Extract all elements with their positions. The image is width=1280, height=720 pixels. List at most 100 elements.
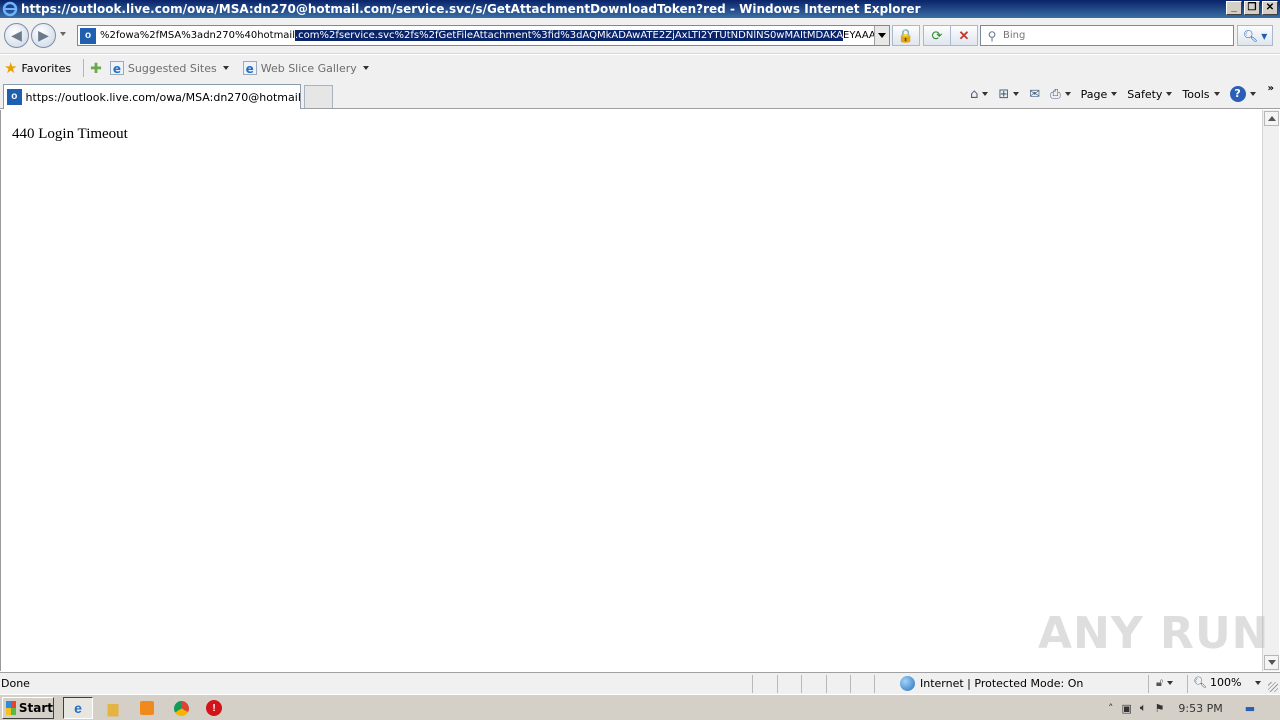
show-hidden-icons-icon[interactable]: ˄: [1108, 702, 1114, 715]
action-center-flag-icon[interactable]: ⚑: [1155, 702, 1165, 715]
status-text: Done: [1, 677, 30, 690]
start-label: Start: [18, 701, 53, 715]
taskbar: Start e ▆ ! ˄ ▣ 🔈︎ ⚑ 9:53 PM ▬: [0, 694, 1280, 720]
minimize-button[interactable]: _: [1226, 1, 1242, 15]
chrome-icon: [173, 700, 189, 716]
chevron-down-icon: [1167, 681, 1174, 685]
zoom-level: 100%: [1209, 676, 1242, 689]
chevron-down-icon: [1255, 680, 1262, 685]
resize-grip[interactable]: [1268, 682, 1278, 692]
status-pane: [801, 675, 802, 693]
favorites-label: Favorites: [21, 61, 72, 75]
scroll-up-button[interactable]: [1264, 111, 1279, 126]
refresh-button[interactable]: ⟳: [923, 25, 951, 46]
ie-page-icon: e: [109, 61, 124, 76]
vertical-scrollbar[interactable]: [1262, 110, 1279, 671]
status-pane: [1187, 675, 1188, 693]
address-dropdown-button[interactable]: [874, 26, 889, 45]
chevron-down-icon: [1166, 92, 1173, 96]
chevron-down-icon: [362, 66, 369, 70]
search-input[interactable]: [1003, 30, 1223, 41]
zoom-control[interactable]: 🔍︎ 100%: [1193, 676, 1262, 689]
page-content: 440 Login Timeout: [0, 110, 1262, 671]
ie-logo-icon: [2, 1, 18, 17]
error-message: 440 Login Timeout: [12, 126, 128, 142]
tab-bar: o https://outlook.live.com/owa/MSA:dn270…: [0, 81, 1280, 109]
page-menu[interactable]: Page: [1081, 88, 1118, 101]
tools-menu-label: Tools: [1182, 87, 1210, 101]
search-box[interactable]: ⚲: [980, 25, 1234, 46]
security-zone[interactable]: Internet | Protected Mode: On: [900, 676, 1083, 691]
tab-label: https://outlook.live.com/owa/MSA:dn270@h…: [25, 90, 300, 104]
recent-pages-dropdown[interactable]: [60, 32, 66, 36]
window-title-bar[interactable]: https://outlook.live.com/owa/MSA:dn270@h…: [0, 0, 1280, 18]
pop-up-blocker-button[interactable]: 🔓︎: [1156, 676, 1174, 690]
favorites-link-label: Web Slice Gallery: [260, 61, 357, 75]
outlook-favicon-icon: o: [80, 27, 96, 44]
page-menu-label: Page: [1080, 87, 1108, 101]
chevron-down-icon: [1249, 92, 1256, 96]
arrow-down-icon: [1267, 660, 1276, 665]
stop-button[interactable]: ✕: [950, 25, 978, 46]
chevron-down-icon: [222, 66, 229, 70]
stop-x-icon: ✕: [958, 27, 970, 43]
window-title: https://outlook.live.com/owa/MSA:dn270@h…: [21, 2, 921, 16]
add-to-favorites-icon[interactable]: ✚: [90, 60, 102, 77]
search-provider-icon: ⚲: [987, 28, 997, 43]
security-zone-label: Internet | Protected Mode: On: [920, 677, 1084, 690]
favorites-link-web-slice-gallery[interactable]: e Web Slice Gallery: [242, 61, 369, 76]
taskbar-file-explorer[interactable]: ▆: [98, 697, 128, 719]
tools-menu[interactable]: Tools: [1182, 87, 1220, 101]
back-arrow-icon: ◀: [11, 27, 22, 43]
address-bar[interactable]: o %2fowa%2fMSA%3adn270%40hotmail.com%2fs…: [77, 25, 890, 46]
chevron-down-icon: [1213, 92, 1220, 96]
double-chevron-icon: »: [1267, 82, 1274, 94]
forward-arrow-icon: ▶: [38, 27, 49, 43]
lock-icon: 🔒: [897, 27, 915, 43]
back-button[interactable]: ◀: [4, 23, 29, 48]
favorites-link-label: Suggested Sites: [127, 61, 217, 75]
printer-icon: ⎙: [1050, 86, 1061, 102]
status-pane: [752, 675, 753, 693]
read-mail-button[interactable]: ✉: [1029, 87, 1040, 102]
chevron-down-icon: [1111, 92, 1118, 96]
volume-icon[interactable]: 🔈︎: [1140, 701, 1147, 715]
taskbar-internet-explorer[interactable]: e: [63, 697, 93, 719]
network-icon[interactable]: ▣: [1122, 702, 1132, 715]
home-icon: ⌂: [970, 86, 979, 102]
chevron-down-icon: [1013, 92, 1020, 96]
security-lock-button[interactable]: 🔒: [892, 25, 920, 46]
anyrun-watermark: ANY RUN: [1038, 608, 1270, 659]
tab-outlook[interactable]: o https://outlook.live.com/owa/MSA:dn270…: [3, 84, 301, 109]
taskbar-media-player[interactable]: [132, 697, 162, 719]
divider: [83, 59, 85, 77]
ie-page-icon: e: [242, 61, 257, 76]
status-bar: Done Internet | Protected Mode: On 🔓︎ 🔍︎…: [0, 672, 1280, 694]
navigation-bar: ◀ ▶ o %2fowa%2fMSA%3adn270%40hotmail.com…: [0, 18, 1280, 54]
favorites-bar: ★ Favorites ✚ e Suggested Sites e Web Sl…: [0, 55, 1280, 81]
rss-feed-icon: ⊞: [998, 86, 1010, 102]
refresh-icon: ⟳: [931, 27, 943, 43]
start-button[interactable]: Start: [2, 697, 54, 719]
safety-menu[interactable]: Safety: [1127, 88, 1173, 101]
close-button[interactable]: ✕: [1262, 1, 1278, 15]
address-url[interactable]: %2fowa%2fMSA%3adn270%40hotmail.com%2fser…: [100, 30, 883, 41]
status-pane: [874, 675, 875, 693]
favorites-link-suggested-sites[interactable]: e Suggested Sites: [109, 61, 229, 76]
help-menu[interactable]: ?: [1229, 86, 1256, 102]
taskbar-stop-app[interactable]: !: [199, 697, 229, 719]
feeds-button[interactable]: ⊞: [998, 86, 1020, 102]
home-button[interactable]: ⌂: [970, 86, 989, 102]
maximize-button[interactable]: ❐: [1244, 1, 1260, 15]
arrow-up-icon: [1267, 116, 1276, 121]
clock[interactable]: 9:53 PM: [1178, 702, 1222, 715]
show-desktop-icon[interactable]: ▬: [1245, 702, 1255, 715]
star-icon: ★: [4, 59, 18, 77]
mail-icon: ✉: [1029, 86, 1041, 102]
search-button[interactable]: 🔍︎ ▾: [1237, 25, 1273, 46]
favorites-button[interactable]: ★ Favorites: [4, 59, 71, 77]
print-button[interactable]: ⎙: [1050, 86, 1071, 102]
new-tab-button[interactable]: [304, 85, 333, 108]
taskbar-chrome[interactable]: [166, 697, 196, 719]
forward-button[interactable]: ▶: [31, 23, 56, 48]
